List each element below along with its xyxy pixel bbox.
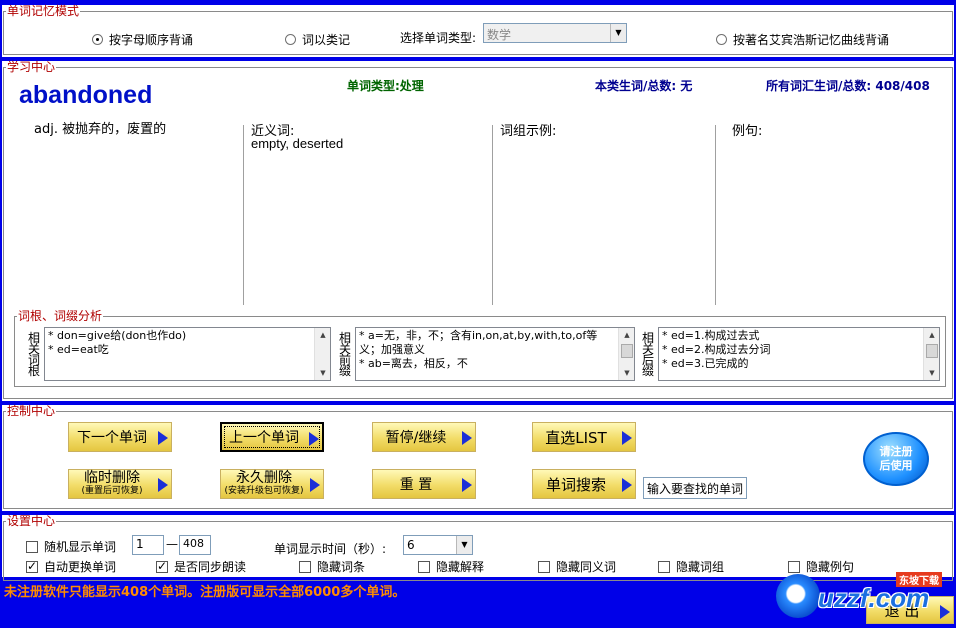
roots-legend: 词根、词缀分析 [18,309,103,323]
word-type-select[interactable]: 数学 ▼ [483,23,627,43]
prefix-list[interactable]: * a=无，非，不；含有in,on,at,by,with,to,of等义；加强意… [355,327,635,381]
scroll-up-icon[interactable]: ▲ [619,328,634,342]
chevron-down-icon: ▼ [456,536,472,554]
memory-mode-legend: 单词记忆模式 [7,4,80,18]
scroll-down-icon[interactable]: ▼ [315,366,330,380]
checkbox-unchecked-icon [418,561,430,573]
auto-change-checkbox[interactable]: 自动更换单词 [26,558,116,575]
play-arrow-icon [310,478,320,492]
hide-entry-checkbox[interactable]: 隐藏词条 [299,558,365,575]
watermark-logo-icon [776,574,820,618]
prefix-lines: * a=无，非，不；含有in,on,at,by,with,to,of等义；加强意… [359,329,598,370]
range-separator: — [166,537,178,551]
hide-synonym-checkbox[interactable]: 隐藏同义词 [538,558,616,575]
current-word: abandoned [19,81,153,109]
scroll-down-icon[interactable]: ▼ [924,366,939,380]
definition-text: adj. 被抛弃的，废置的 [34,122,167,137]
play-arrow-icon [462,478,472,492]
checkbox-unchecked-icon [299,561,311,573]
scroll-up-icon[interactable]: ▲ [315,328,330,342]
display-time-select[interactable]: 6 ▼ [403,535,473,555]
suffix-label: 相关后缀 [641,331,654,378]
prefix-label: 相关前缀 [338,331,351,378]
display-time-label: 单词显示时间（秒）: [274,542,387,556]
word-search-input[interactable]: 输入要查找的单词 [643,477,747,499]
prefix-scrollbar[interactable]: ▲ ▼ [618,328,634,380]
column-divider [715,125,716,305]
word-type-label: 选择单词类型: [400,31,477,45]
direct-list-button[interactable]: 直选LIST [532,422,636,452]
checkbox-unchecked-icon [538,561,550,573]
play-arrow-icon [309,432,319,446]
radio-checked-icon [92,34,103,45]
chevron-down-icon: ▼ [610,24,626,42]
suffix-scrollbar[interactable]: ▲ ▼ [923,328,939,380]
column-divider [492,125,493,305]
mode-category-radio[interactable]: 词以类记 [285,31,350,48]
settings-legend: 设置中心 [7,514,56,528]
hide-phrase-checkbox[interactable]: 隐藏词组 [658,558,724,575]
perm-delete-button[interactable]: 永久删除 (安装升级包可恢复) [220,469,324,499]
play-arrow-icon [158,431,168,445]
uzzf-watermark: 东坡下载 uzzf.com [772,566,952,622]
scroll-thumb[interactable] [926,344,938,358]
phrases-label: 词组示例: [500,124,557,139]
sync-read-checkbox[interactable]: 是否同步朗读 [156,558,246,575]
radio-unchecked-icon [285,34,296,45]
scroll-thumb[interactable] [621,344,633,358]
reset-button[interactable]: 重 置 [372,469,476,499]
synonyms-value: empty, deserted [251,136,344,151]
study-legend: 学习中心 [7,60,56,74]
control-legend: 控制中心 [7,404,56,418]
suffix-list[interactable]: * ed=1.构成过去式 * ed=2.构成过去分词 * ed=3.已完成的 ▲… [658,327,940,381]
radio-unchecked-icon [716,34,727,45]
class-count-status: 本类生词/总数: 无 [595,79,693,93]
unregistered-notice: 未注册软件只能显示408个单词。注册版可显示全部6000多个单词。 [4,585,406,600]
all-count-status: 所有词汇生词/总数: 408/408 [766,79,930,93]
control-panel: 控制中心 下一个单词 上一个单词 暂停/继续 直选LIST 临时删除 (重置后可… [2,405,954,511]
root-list[interactable]: * don=give给(don也作do) * ed=eat吃 ▲ ▼ [44,327,331,381]
examples-label: 例句: [732,124,763,139]
checkbox-unchecked-icon [26,541,38,553]
play-arrow-icon [622,478,632,492]
column-divider [243,125,244,305]
range-from-input[interactable]: 1 [132,535,164,555]
register-button[interactable]: 请注册后使用 [863,432,929,486]
random-display-checkbox[interactable]: 随机显示单词 [26,538,116,555]
study-panel: 学习中心 abandoned 单词类型:处理 本类生词/总数: 无 所有词汇生词… [2,61,954,401]
temp-delete-button[interactable]: 临时删除 (重置后可恢复) [68,469,172,499]
scroll-down-icon[interactable]: ▼ [619,366,634,380]
memory-mode-panel: 单词记忆模式 按字母顺序背诵 词以类记 选择单词类型: 数学 ▼ 按著名艾宾浩斯… [2,5,954,57]
word-type-status: 单词类型:处理 [347,79,424,93]
mode-alphabetical-radio[interactable]: 按字母顺序背诵 [92,31,193,48]
suffix-lines: * ed=1.构成过去式 * ed=2.构成过去分词 * ed=3.已完成的 [662,329,771,370]
checkbox-unchecked-icon [658,561,670,573]
play-arrow-icon [158,478,168,492]
checkbox-checked-icon [26,559,38,573]
prev-word-button[interactable]: 上一个单词 [220,422,324,452]
pause-resume-button[interactable]: 暂停/继续 [372,422,476,452]
checkbox-checked-icon [156,559,168,573]
range-to-input[interactable]: 408 [179,535,211,555]
root-label: 相关词根 [27,331,40,378]
play-arrow-icon [622,431,632,445]
next-word-button[interactable]: 下一个单词 [68,422,172,452]
hide-explain-checkbox[interactable]: 隐藏解释 [418,558,484,575]
mode-ebbinghaus-radio[interactable]: 按著名艾宾浩斯记忆曲线背诵 [716,31,889,48]
watermark-text: uzzf.com [818,583,930,613]
root-lines: * don=give给(don也作do) * ed=eat吃 [48,329,187,356]
word-search-button[interactable]: 单词搜索 [532,469,636,499]
root-scrollbar[interactable]: ▲ ▼ [314,328,330,380]
scroll-up-icon[interactable]: ▲ [924,328,939,342]
play-arrow-icon [462,431,472,445]
